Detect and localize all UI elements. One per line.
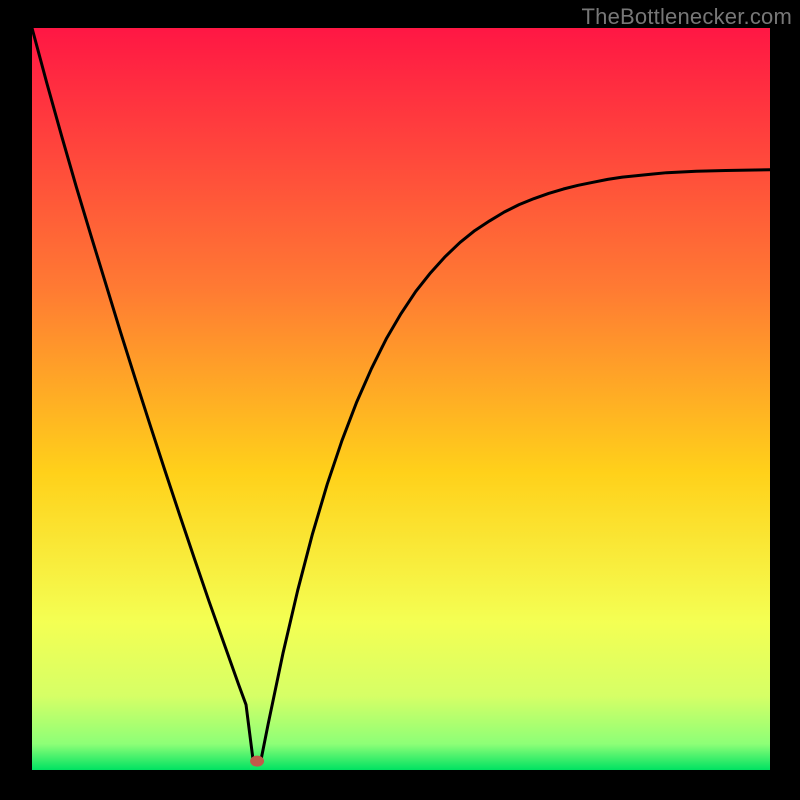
bottleneck-chart xyxy=(0,0,800,800)
optimal-point-marker xyxy=(250,756,264,767)
watermark-text: TheBottleneсker.com xyxy=(582,4,792,30)
chart-container: TheBottleneсker.com xyxy=(0,0,800,800)
